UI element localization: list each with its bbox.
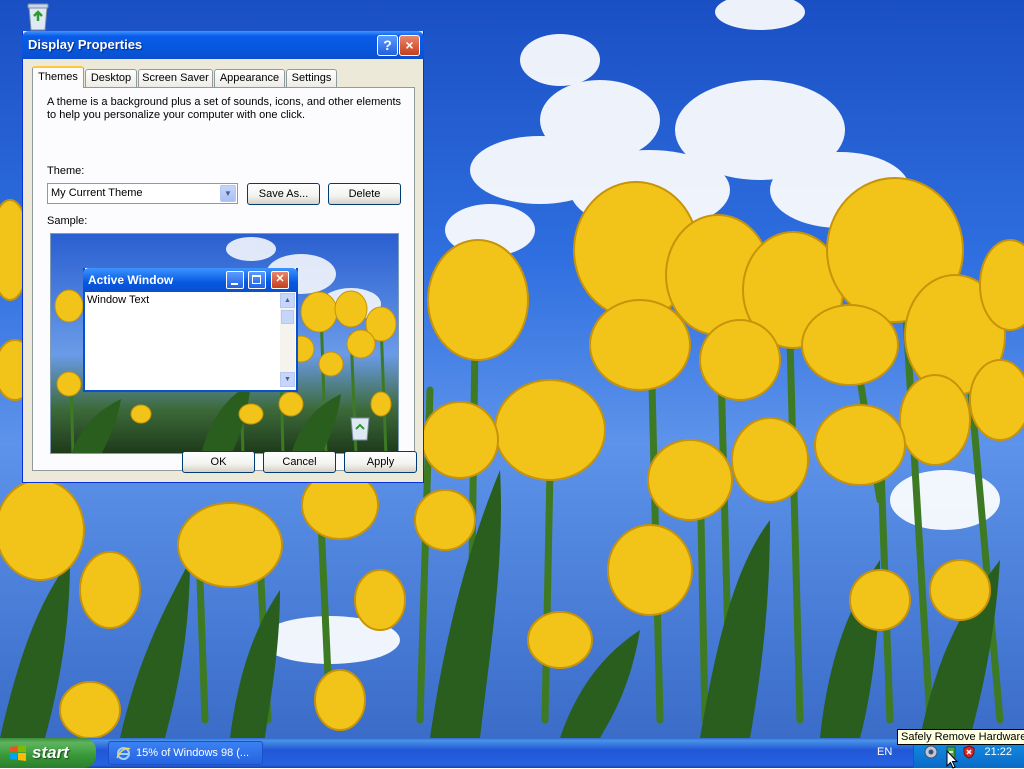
theme-dropdown-value: My Current Theme bbox=[51, 187, 143, 199]
internet-explorer-icon bbox=[116, 747, 131, 760]
ok-button[interactable]: OK bbox=[182, 451, 255, 473]
start-button[interactable]: start bbox=[0, 738, 96, 768]
save-as-button[interactable]: Save As... bbox=[247, 183, 320, 205]
taskbar-item-browser[interactable]: 15% of Windows 98 (... bbox=[108, 741, 263, 765]
start-label: start bbox=[32, 743, 69, 762]
sample-titlebar: Active Window ✕ bbox=[83, 268, 298, 292]
mouse-cursor-icon bbox=[946, 750, 958, 769]
sample-window-title: Active Window bbox=[88, 273, 174, 287]
theme-label: Theme: bbox=[47, 165, 85, 177]
taskbar: start 15% of Windows 98 (... EN 21:22 bbox=[0, 738, 1024, 768]
theme-dropdown[interactable]: My Current Theme ▼ bbox=[47, 183, 238, 204]
window-titlebar[interactable]: Display Properties ? × bbox=[22, 31, 424, 59]
windows-logo-icon bbox=[10, 745, 26, 761]
tab-screen-saver[interactable]: Screen Saver bbox=[138, 69, 213, 87]
theme-sample-preview: Active Window ✕ Window Text ▲ ▼ bbox=[50, 233, 399, 454]
chevron-down-icon[interactable]: ▼ bbox=[220, 185, 236, 202]
network-icon[interactable] bbox=[924, 745, 938, 759]
help-button[interactable]: ? bbox=[377, 35, 398, 56]
window-client: Themes Desktop Screen Saver Appearance S… bbox=[26, 59, 420, 479]
delete-button[interactable]: Delete bbox=[328, 183, 401, 205]
minimize-icon bbox=[226, 271, 244, 289]
theme-description: A theme is a background plus a set of so… bbox=[47, 96, 402, 121]
sample-scrollbar: ▲ ▼ bbox=[280, 293, 295, 387]
scroll-thumb bbox=[281, 310, 294, 324]
clock[interactable]: 21:22 bbox=[984, 746, 1012, 758]
window-title: Display Properties bbox=[28, 37, 143, 52]
close-button[interactable]: × bbox=[399, 35, 420, 56]
tab-themes[interactable]: Themes bbox=[32, 66, 84, 88]
tab-settings[interactable]: Settings bbox=[286, 69, 337, 87]
apply-button[interactable]: Apply bbox=[344, 451, 417, 473]
tray-tooltip: Safely Remove Hardware bbox=[897, 729, 1024, 745]
themes-tab-page: A theme is a background plus a set of so… bbox=[32, 87, 415, 471]
security-shield-icon[interactable] bbox=[962, 745, 976, 759]
sample-active-window: Active Window ✕ Window Text ▲ ▼ bbox=[83, 268, 298, 392]
display-properties-window: Display Properties ? × Themes Desktop Sc… bbox=[22, 31, 424, 483]
maximize-icon bbox=[248, 271, 266, 289]
sample-label: Sample: bbox=[47, 215, 88, 227]
tab-desktop[interactable]: Desktop bbox=[85, 69, 137, 87]
tab-appearance[interactable]: Appearance bbox=[214, 69, 285, 87]
cancel-button[interactable]: Cancel bbox=[263, 451, 336, 473]
sample-window-text: Window Text bbox=[87, 294, 150, 306]
close-icon: ✕ bbox=[271, 271, 289, 289]
recycle-bin-icon bbox=[27, 3, 49, 31]
taskbar-item-label: 15% of Windows 98 (... bbox=[136, 747, 250, 759]
scroll-down-icon: ▼ bbox=[280, 372, 295, 387]
scroll-up-icon: ▲ bbox=[280, 293, 295, 308]
recycle-bin-icon bbox=[350, 417, 370, 441]
language-indicator[interactable]: EN bbox=[877, 746, 892, 758]
